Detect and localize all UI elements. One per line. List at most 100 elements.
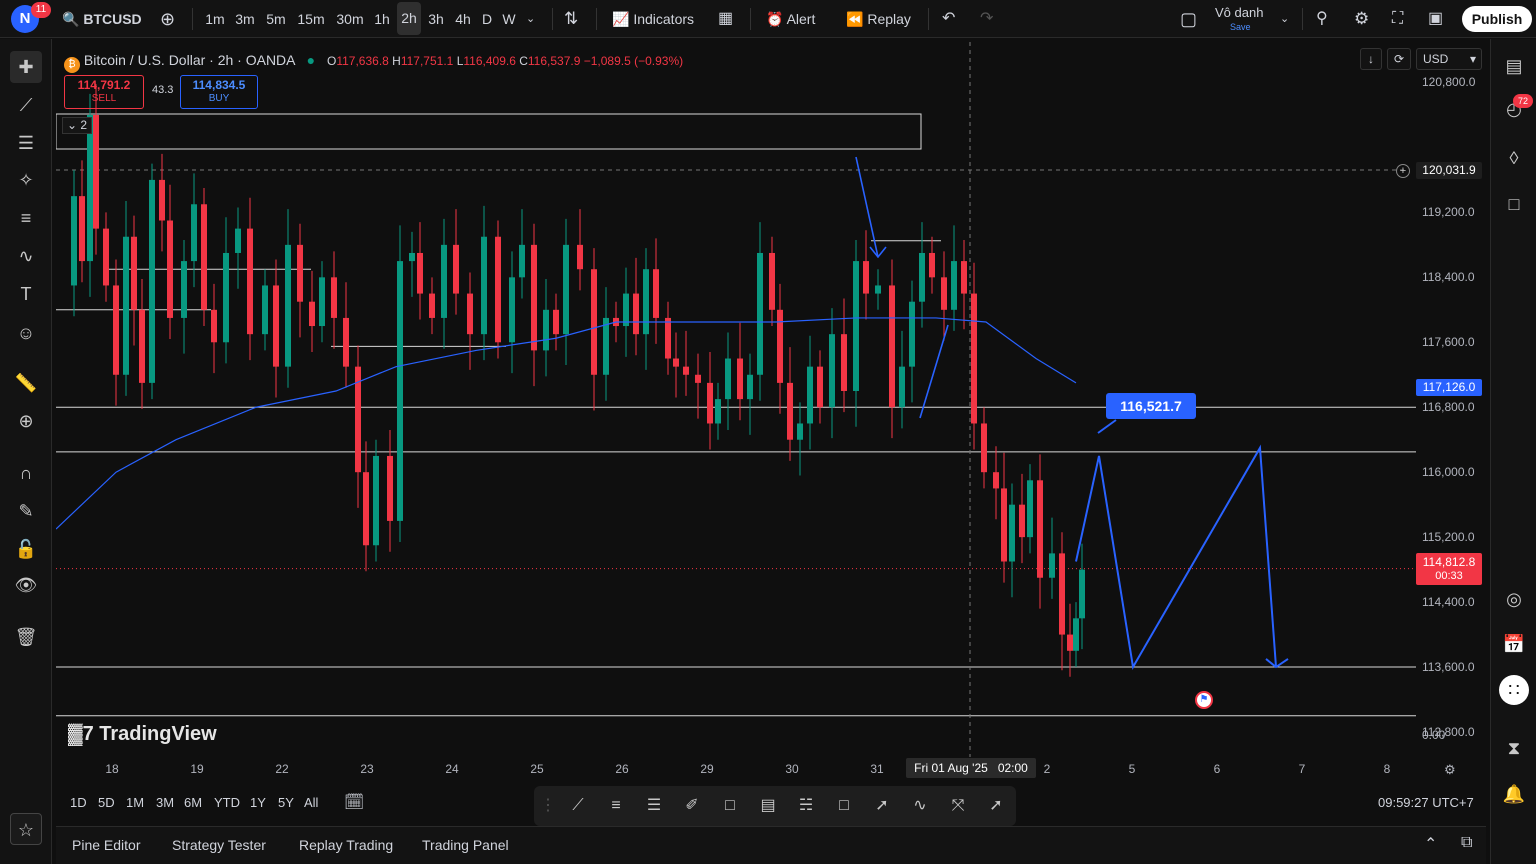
arrow-pen-icon[interactable]: ➚ bbox=[870, 794, 894, 818]
trash-icon[interactable]: 🗑 bbox=[10, 621, 42, 653]
timeframe-5m[interactable]: 5m bbox=[263, 0, 289, 38]
magnet-icon[interactable]: ∩ bbox=[10, 457, 42, 489]
clock-timezone[interactable]: 09:59:27 UTC+7 bbox=[1378, 795, 1474, 810]
favorites-star-icon[interactable]: ☆ bbox=[10, 813, 42, 845]
tab-trading-panel[interactable]: Trading Panel bbox=[422, 837, 509, 853]
settings-gear-icon[interactable]: ⚙ bbox=[1354, 0, 1369, 38]
alert-button[interactable]: ⏰ Alert bbox=[766, 0, 815, 38]
quick-search-icon[interactable]: ⚲ bbox=[1316, 0, 1328, 38]
callout-icon[interactable]: □ bbox=[832, 794, 856, 818]
timeframe-3m[interactable]: 3m bbox=[232, 0, 258, 38]
goto-date-icon[interactable]: 🗓 bbox=[344, 792, 364, 812]
arrow-down-icon[interactable]: ↓ bbox=[1360, 48, 1382, 70]
refresh-icon[interactable]: ⟳ bbox=[1387, 48, 1411, 70]
timeframe-w[interactable]: W bbox=[500, 0, 518, 38]
fib-icon[interactable]: ☰ bbox=[642, 794, 666, 818]
range-button-1y[interactable]: 1Y bbox=[250, 795, 266, 810]
bell-icon[interactable]: 🔔 bbox=[1499, 779, 1529, 809]
elliott-wave-icon[interactable]: ∿ bbox=[908, 794, 932, 818]
timeframe-3h[interactable]: 3h bbox=[424, 0, 448, 38]
projection-price-label[interactable]: 116,521.7 bbox=[1106, 393, 1196, 419]
ruler-icon[interactable]: 📏 bbox=[10, 367, 42, 399]
camera-icon[interactable]: ▣ bbox=[1428, 0, 1443, 38]
fullscreen-icon[interactable]: ⛶ bbox=[1392, 0, 1403, 38]
range-button-1m[interactable]: 1M bbox=[126, 795, 144, 810]
trend-line-icon[interactable]: ⟋ bbox=[566, 794, 590, 818]
target-icon[interactable]: ◎ bbox=[1499, 584, 1529, 614]
rectangle-icon[interactable]: □ bbox=[718, 794, 742, 818]
crosshair-icon[interactable]: ✚ bbox=[10, 51, 42, 83]
add-alert-plus-icon[interactable]: + bbox=[1396, 164, 1410, 178]
pitchfork-icon[interactable]: ✧ bbox=[10, 164, 42, 196]
chevron-up-icon[interactable]: ⌃ bbox=[1424, 834, 1437, 854]
replay-button[interactable]: ⏪ Replay bbox=[846, 0, 911, 38]
indicators-collapse-toggle[interactable]: ⌄ 2 bbox=[62, 117, 92, 134]
redo-icon[interactable]: ↷ bbox=[980, 0, 993, 38]
layouts-grid-icon[interactable]: ▦ bbox=[718, 0, 733, 38]
range-button-5y[interactable]: 5Y bbox=[278, 795, 294, 810]
price-chart[interactable] bbox=[56, 42, 1486, 782]
zoom-in-icon[interactable]: ⊕ bbox=[10, 405, 42, 437]
timeframe-d[interactable]: D bbox=[478, 0, 496, 38]
lines-icon[interactable]: ▤ bbox=[756, 794, 780, 818]
parallel-channel-icon[interactable]: ≡ bbox=[604, 794, 628, 818]
text-icon[interactable]: T bbox=[10, 278, 42, 310]
maximize-panel-icon[interactable]: ⧉ bbox=[1461, 834, 1472, 852]
chat-icon[interactable]: □ bbox=[1499, 189, 1529, 219]
symbol-search[interactable]: 🔍 BTCUSD bbox=[62, 0, 142, 38]
tab-replay-trading[interactable]: Replay Trading bbox=[299, 837, 393, 853]
path-icon[interactable]: ⤧ bbox=[946, 794, 970, 818]
apps-grid-icon[interactable]: ∷ bbox=[1499, 675, 1529, 705]
chevron-down-icon[interactable]: ⌄ bbox=[526, 0, 535, 38]
long-position-icon[interactable]: ☵ bbox=[794, 794, 818, 818]
layout-name[interactable]: Vô danh bbox=[1215, 5, 1263, 21]
buy-button[interactable]: 114,834.5 BUY bbox=[180, 75, 258, 109]
pencil-lock-icon[interactable]: ✎ bbox=[10, 495, 42, 527]
timeframe-1h[interactable]: 1h bbox=[370, 0, 394, 38]
horizontal-lines-icon[interactable]: ☰ bbox=[10, 127, 42, 159]
range-button-all[interactable]: All bbox=[304, 795, 318, 810]
fib-retracement-icon[interactable]: ≡ bbox=[10, 202, 42, 234]
tab-pine-editor[interactable]: Pine Editor bbox=[72, 837, 140, 853]
brush-icon[interactable]: ✐ bbox=[680, 794, 704, 818]
timeframe-1m[interactable]: 1m bbox=[200, 0, 230, 38]
broadcast-icon[interactable]: ⧗ bbox=[1499, 733, 1529, 763]
candles-type-icon[interactable]: ⇅ bbox=[564, 0, 578, 38]
indicators-button[interactable]: 📈 Indicators bbox=[612, 0, 694, 38]
ray-icon[interactable]: ➚ bbox=[984, 794, 1008, 818]
timeframe-15m[interactable]: 15m bbox=[296, 0, 326, 38]
chevron-down-icon[interactable]: ⌄ bbox=[1280, 0, 1289, 38]
timeframe-4h[interactable]: 4h bbox=[451, 0, 475, 38]
us-flag-event-icon[interactable]: ⚑ bbox=[1195, 691, 1213, 709]
candle-body bbox=[875, 285, 881, 294]
range-button-6m[interactable]: 6M bbox=[184, 795, 202, 810]
calendar-icon[interactable]: 📅 bbox=[1499, 629, 1529, 659]
currency-select[interactable]: USD ▾ bbox=[1416, 48, 1482, 70]
range-button-5d[interactable]: 5D bbox=[98, 795, 115, 810]
layers-icon[interactable]: ◊ bbox=[1499, 143, 1529, 173]
chart-settings-gear-icon[interactable]: ⚙ bbox=[1444, 762, 1456, 778]
timeframe-30m[interactable]: 30m bbox=[334, 0, 366, 38]
drag-handle-icon[interactable]: ⋮ bbox=[536, 794, 560, 818]
emoji-icon[interactable]: ☺ bbox=[10, 317, 42, 349]
compare-add-icon[interactable]: ⊕ bbox=[160, 0, 175, 38]
publish-button[interactable]: Publish bbox=[1462, 6, 1532, 32]
range-button-1d[interactable]: 1D bbox=[70, 795, 87, 810]
patterns-icon[interactable]: ∿ bbox=[10, 240, 42, 272]
sell-button[interactable]: 114,791.2 SELL bbox=[64, 75, 144, 109]
candle-body bbox=[1037, 480, 1043, 578]
trend-line-icon[interactable]: ⟋ bbox=[10, 89, 42, 121]
timeframe-2h[interactable]: 2h bbox=[397, 2, 421, 35]
candle-body bbox=[113, 285, 119, 375]
undo-icon[interactable]: ↶ bbox=[942, 0, 955, 38]
lock-icon[interactable]: 🔓 bbox=[10, 533, 42, 565]
chart-area[interactable]: ₿ Bitcoin / U.S. Dollar · 2h · OANDA ● O… bbox=[56, 42, 1486, 782]
watchlist-icon[interactable]: ▤ bbox=[1499, 51, 1529, 81]
range-button-ytd[interactable]: YTD bbox=[214, 795, 240, 810]
eye-icon[interactable]: 👁 bbox=[10, 569, 42, 601]
layout-square-icon[interactable]: ▢ bbox=[1180, 0, 1197, 38]
tab-strategy-tester[interactable]: Strategy Tester bbox=[172, 837, 266, 853]
candle-body bbox=[683, 366, 689, 375]
range-button-3m[interactable]: 3M bbox=[156, 795, 174, 810]
layout-save[interactable]: Save bbox=[1230, 21, 1251, 33]
